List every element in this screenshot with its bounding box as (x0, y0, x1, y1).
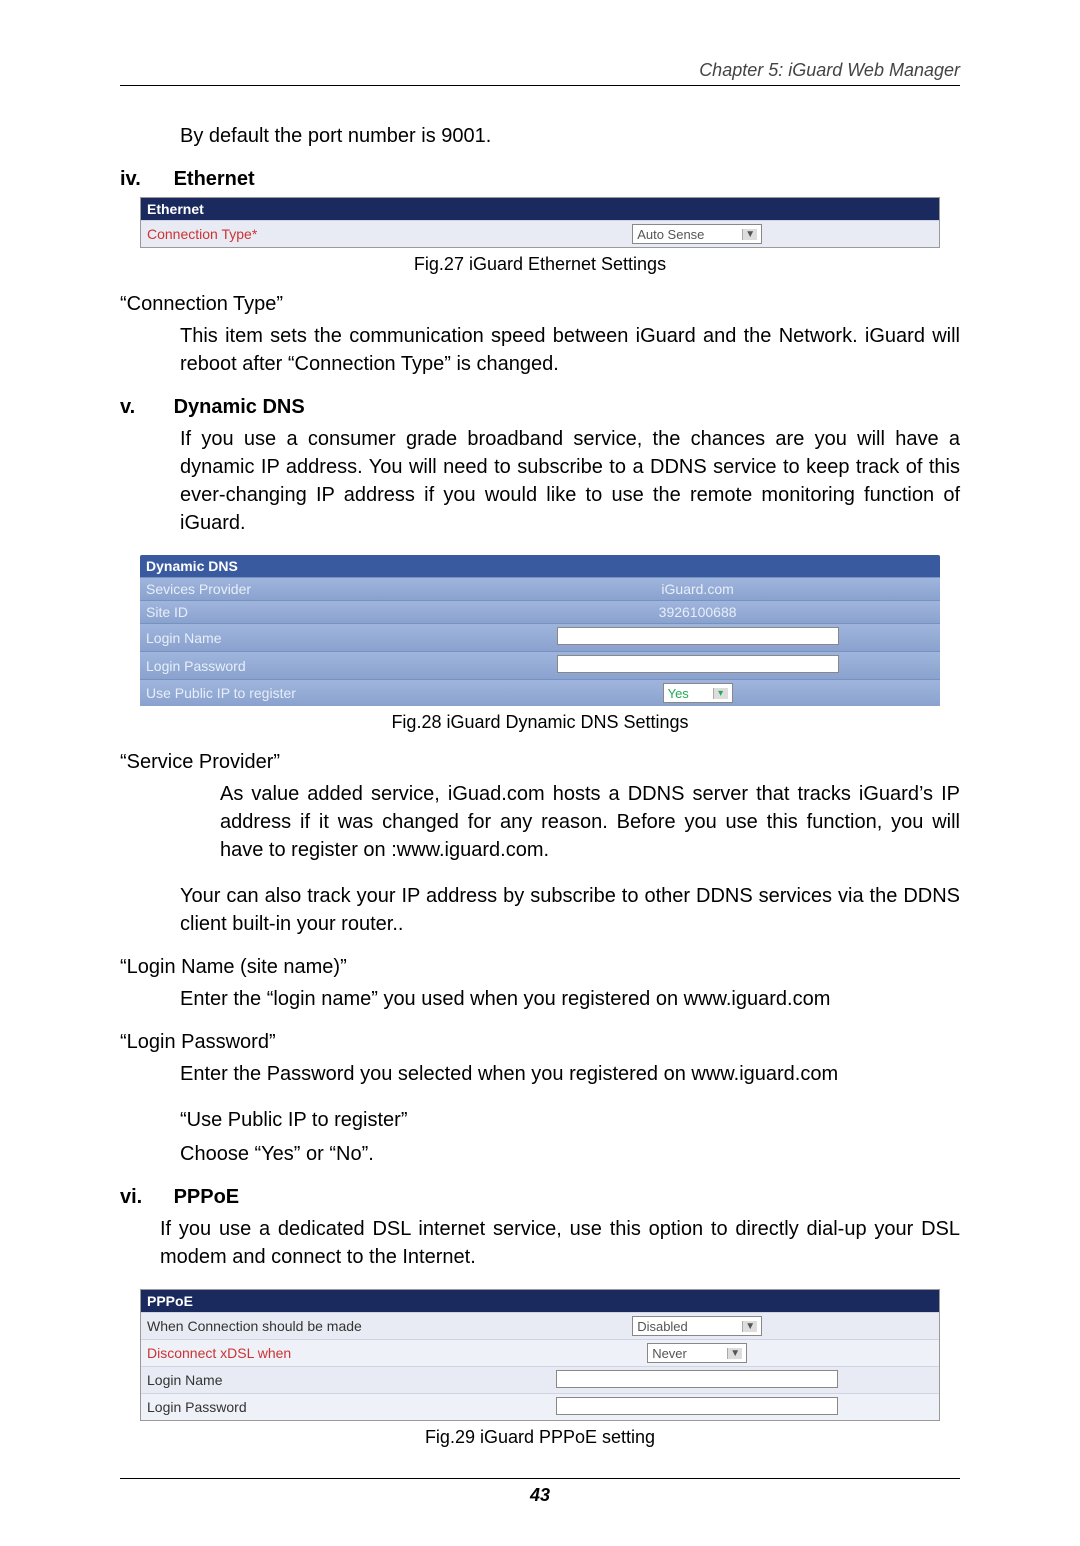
section-v-title: v. Dynamic DNS (120, 396, 960, 419)
fig28-row-loginpass: Login Password (140, 651, 940, 679)
service-provider-body2: Your can also track your IP address by s… (180, 882, 960, 938)
fig27-label: Connection Type* (147, 226, 461, 242)
ddns-login-name-input[interactable] (557, 627, 839, 645)
section-v-name: Dynamic DNS (174, 396, 305, 418)
fig29-disc-label: Disconnect xDSL when (147, 1345, 461, 1361)
fig28-siteid-label: Site ID (146, 604, 461, 620)
fig27-row-connection-type: Connection Type* Auto Sense ▼ (141, 220, 939, 247)
fig28-loginpass-field (461, 655, 934, 676)
fig27-caption: Fig.27 iGuard Ethernet Settings (120, 254, 960, 275)
ddns-login-pass-input[interactable] (557, 655, 839, 673)
section-vi-name: PPPoE (174, 1186, 240, 1208)
login-name-heading: “Login Name (site name)” (120, 956, 960, 979)
connection-type-select[interactable]: Auto Sense ▼ (632, 224, 762, 244)
fig29-loginname-field (461, 1370, 933, 1391)
connection-type-body: This item sets the communication speed b… (180, 322, 960, 378)
fig28-publicip-field: Yes ▾ (461, 683, 934, 703)
pppoe-intro: If you use a dedicated DSL internet serv… (160, 1215, 960, 1271)
section-iv-title: iv. Ethernet (120, 168, 960, 191)
connection-type-value: Auto Sense (637, 227, 704, 242)
fig27-header: Ethernet (141, 198, 939, 220)
fig27-value-cell: Auto Sense ▼ (461, 224, 933, 244)
pppoe-when-value: Disabled (637, 1319, 688, 1334)
fig28-row-loginname: Login Name (140, 623, 940, 651)
fig28-screenshot: Dynamic DNS Sevices Provider iGuard.com … (140, 555, 940, 706)
fig29-when-label: When Connection should be made (147, 1318, 461, 1334)
ddns-intro: If you use a consumer grade broadband se… (180, 425, 960, 537)
service-provider-body: As value added service, iGuad.com hosts … (220, 780, 960, 864)
connection-type-heading: “Connection Type” (120, 293, 960, 316)
dropdown-arrow-icon: ▼ (727, 1348, 742, 1359)
fig29-header: PPPoE (141, 1290, 939, 1312)
fig28-loginpass-label: Login Password (146, 658, 461, 674)
fig28-provider-label: Sevices Provider (146, 581, 461, 597)
pppoe-login-name-input[interactable] (556, 1370, 838, 1388)
fig29-row-when: When Connection should be made Disabled … (141, 1312, 939, 1339)
login-name-body: Enter the “login name” you used when you… (180, 985, 960, 1013)
use-public-ip-heading: “Use Public IP to register” (180, 1106, 960, 1134)
fig29-caption: Fig.29 iGuard PPPoE setting (120, 1427, 960, 1448)
fig29-when-field: Disabled ▼ (461, 1316, 933, 1336)
dropdown-arrow-icon: ▾ (713, 688, 728, 699)
section-v-num: v. (120, 396, 168, 419)
fig29-row-disconnect: Disconnect xDSL when Never ▼ (141, 1339, 939, 1366)
public-ip-value: Yes (668, 686, 689, 701)
login-password-body: Enter the Password you selected when you… (180, 1060, 960, 1088)
login-password-heading: “Login Password” (120, 1031, 960, 1054)
document-page: Chapter 5: iGuard Web Manager By default… (0, 0, 1080, 1546)
fig29-disc-field: Never ▼ (461, 1343, 933, 1363)
fig29-loginname-label: Login Name (147, 1372, 461, 1388)
page-number: 43 (120, 1478, 960, 1506)
pppoe-login-pass-input[interactable] (556, 1397, 838, 1415)
fig27-screenshot: Ethernet Connection Type* Auto Sense ▼ (140, 197, 940, 248)
fig28-caption: Fig.28 iGuard Dynamic DNS Settings (120, 712, 960, 733)
fig29-loginpass-label: Login Password (147, 1399, 461, 1415)
dropdown-arrow-icon: ▼ (742, 1321, 757, 1332)
fig28-row-siteid: Site ID 3926100688 (140, 600, 940, 623)
fig28-publicip-label: Use Public IP to register (146, 685, 461, 701)
fig29-screenshot: PPPoE When Connection should be made Dis… (140, 1289, 940, 1421)
section-vi-title: vi. PPPoE (120, 1186, 960, 1209)
fig28-provider-value: iGuard.com (461, 581, 934, 597)
service-provider-heading: “Service Provider” (120, 751, 960, 774)
pppoe-disconnect-select[interactable]: Never ▼ (647, 1343, 747, 1363)
public-ip-select[interactable]: Yes ▾ (663, 683, 733, 703)
use-public-ip-body: Choose “Yes” or “No”. (180, 1140, 960, 1168)
fig28-loginname-label: Login Name (146, 630, 461, 646)
section-iv-name: Ethernet (174, 168, 255, 190)
fig28-row-publicip: Use Public IP to register Yes ▾ (140, 679, 940, 706)
fig28-siteid-value: 3926100688 (461, 604, 934, 620)
dropdown-arrow-icon: ▼ (742, 229, 757, 240)
fig29-row-loginpass: Login Password (141, 1393, 939, 1420)
fig28-header: Dynamic DNS (140, 555, 940, 577)
section-vi-num: vi. (120, 1186, 168, 1209)
fig28-row-provider: Sevices Provider iGuard.com (140, 577, 940, 600)
fig29-loginpass-field (461, 1397, 933, 1418)
intro-port-text: By default the port number is 9001. (180, 122, 960, 150)
chapter-header: Chapter 5: iGuard Web Manager (120, 60, 960, 86)
fig29-row-loginname: Login Name (141, 1366, 939, 1393)
fig28-loginname-field (461, 627, 934, 648)
pppoe-disconnect-value: Never (652, 1346, 687, 1361)
section-iv-num: iv. (120, 168, 168, 191)
pppoe-when-select[interactable]: Disabled ▼ (632, 1316, 762, 1336)
